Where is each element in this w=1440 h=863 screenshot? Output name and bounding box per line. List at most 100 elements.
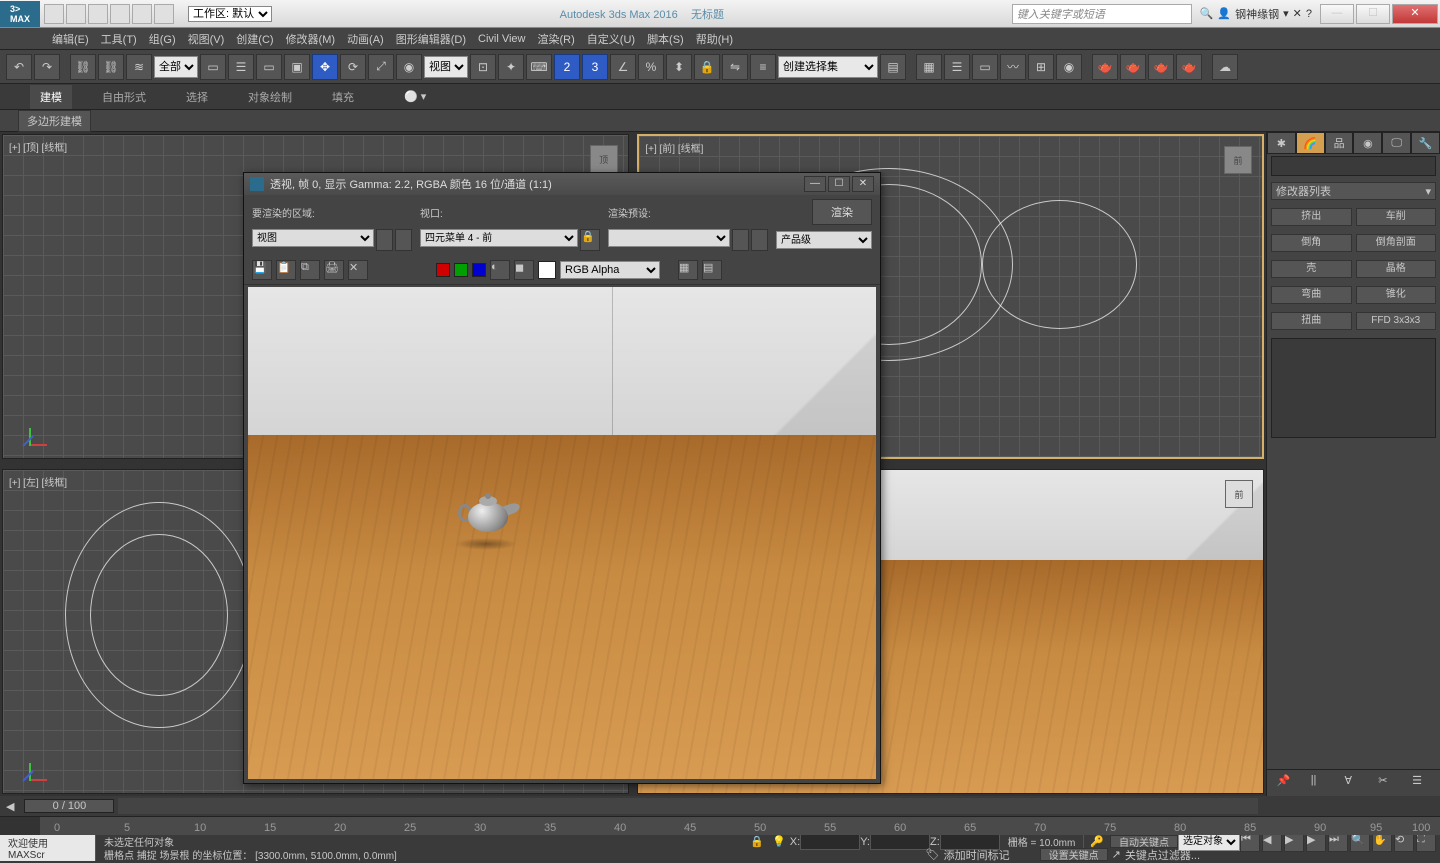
menu-civil[interactable]: Civil View [478, 33, 525, 45]
add-time-tag[interactable]: 添加时间标记 [944, 847, 1010, 863]
time-position[interactable]: 0 / 100 [24, 799, 114, 813]
copy-image-icon[interactable]: 📋 [276, 260, 296, 280]
tab-modeling[interactable]: 建模 [30, 85, 72, 109]
named-selection[interactable]: 创建选择集 [778, 56, 878, 78]
btn-bend[interactable]: 弯曲 [1271, 286, 1352, 304]
overlay-b-icon[interactable]: ▤ [702, 260, 722, 280]
minimize-button[interactable]: — [1320, 4, 1354, 24]
lock-icon[interactable]: 🔒 [750, 835, 764, 848]
layers-button[interactable]: ▤ [880, 54, 906, 80]
mirror-button[interactable]: ⇋ [722, 54, 748, 80]
help-icon[interactable]: ? [1306, 8, 1312, 20]
username[interactable]: 钢神缘钢 [1235, 6, 1279, 22]
keyboard-button[interactable]: ⌨ [526, 54, 552, 80]
viewcube[interactable]: 前 [1225, 480, 1253, 508]
schematic-button[interactable]: ⊞ [1028, 54, 1054, 80]
eselection-lock[interactable]: 🔒 [694, 54, 720, 80]
undo-button[interactable]: ↶ [6, 54, 32, 80]
unlink-button[interactable]: ⛓ [98, 54, 124, 80]
angle-snap-button[interactable]: ∠ [610, 54, 636, 80]
btn-bevelprofile[interactable]: 倒角剖面 [1356, 234, 1437, 252]
render-button[interactable]: 🫖 [1148, 54, 1174, 80]
tab-selection[interactable]: 选择 [176, 85, 218, 109]
green-channel-icon[interactable] [454, 263, 468, 277]
open-icon[interactable] [66, 4, 86, 24]
menu-modifier[interactable]: 修改器(M) [286, 31, 336, 47]
keyfilter-button[interactable]: 关键点过滤器... [1125, 847, 1200, 863]
print-icon[interactable]: 🖨 [324, 260, 344, 280]
btn-shell[interactable]: 壳 [1271, 260, 1352, 278]
window-crossing-button[interactable]: ▣ [284, 54, 310, 80]
redo-button[interactable]: ↷ [34, 54, 60, 80]
manip-button[interactable]: ✦ [498, 54, 524, 80]
region-icon[interactable] [376, 229, 393, 251]
mono-channel-icon[interactable]: ◼ [514, 260, 534, 280]
link-icon[interactable] [154, 4, 174, 24]
save-image-icon[interactable]: 💾 [252, 260, 272, 280]
viewport-label[interactable]: [+] [左] [线框] [9, 474, 67, 489]
tab-objpaint[interactable]: 对象绘制 [238, 85, 302, 109]
render-max-button[interactable]: ☐ [828, 176, 850, 192]
close-button[interactable]: ✕ [1392, 4, 1438, 24]
move-button[interactable]: ✥ [312, 54, 338, 80]
menu-create[interactable]: 创建(C) [236, 31, 273, 47]
tab-populate[interactable]: 填充 [322, 85, 364, 109]
selection-filter[interactable]: 全部 [154, 56, 198, 78]
menu-script[interactable]: 脚本(S) [647, 31, 684, 47]
rotate-button[interactable]: ⟳ [340, 54, 366, 80]
menu-graph[interactable]: 图形编辑器(D) [396, 31, 466, 47]
make-unique-icon[interactable]: ∀ [1344, 774, 1362, 792]
env-icon[interactable] [732, 229, 749, 251]
maxscript-listener[interactable]: 欢迎使用 MAXScr [0, 835, 96, 861]
spinner-snap-button[interactable]: ⬍ [666, 54, 692, 80]
signin-icon[interactable]: 👤 [1217, 7, 1231, 20]
rect-select-button[interactable]: ▭ [256, 54, 282, 80]
menu-anim[interactable]: 动画(A) [347, 31, 384, 47]
tab-freeform[interactable]: 自由形式 [92, 85, 156, 109]
render-output[interactable] [248, 287, 876, 779]
pin-stack-icon[interactable]: 📌 [1277, 774, 1295, 792]
production-select[interactable]: 产品级 [776, 231, 872, 249]
btn-lattice[interactable]: 晶格 [1356, 260, 1437, 278]
center-button[interactable]: ⊡ [470, 54, 496, 80]
alpha-channel-icon[interactable]: ◐ [490, 260, 510, 280]
infocenter-icon[interactable]: 🔍 [1200, 7, 1214, 20]
tag-icon[interactable]: 🏷 [926, 848, 940, 861]
snap-3d-button[interactable]: 3 [582, 54, 608, 80]
search-input[interactable]: 键入关键字或短语 [1012, 4, 1192, 24]
settings-icon[interactable] [751, 229, 768, 251]
viewport-label[interactable]: [+] [前] [线框] [645, 140, 703, 155]
toggle-ribbon-button[interactable]: ▭ [972, 54, 998, 80]
menu-custom[interactable]: 自定义(U) [587, 31, 635, 47]
hierarchy-tab[interactable]: 品 [1325, 132, 1354, 154]
undo-icon[interactable] [110, 4, 130, 24]
area-select[interactable]: 视图 [252, 229, 374, 247]
menu-render[interactable]: 渲染(R) [538, 31, 575, 47]
setkey-button[interactable]: 设置关键点 [1040, 848, 1108, 861]
bind-button[interactable]: ≋ [126, 54, 152, 80]
viewcube[interactable]: 顶 [590, 145, 618, 173]
remove-mod-icon[interactable]: ✂ [1378, 774, 1396, 792]
display-tab[interactable]: 🖵 [1382, 132, 1411, 154]
time-slider[interactable]: ◀ 0 / 100 [0, 796, 1266, 816]
curve-editor-button[interactable]: 〰 [1000, 54, 1026, 80]
link-button[interactable]: ⛓ [70, 54, 96, 80]
safe-icon[interactable] [395, 229, 412, 251]
ref-coord[interactable]: 视图 [424, 56, 468, 78]
isolate-icon[interactable]: 💡 [772, 835, 786, 848]
render-button[interactable]: 渲染 [812, 199, 872, 225]
viewcube[interactable]: 前 [1224, 146, 1252, 174]
motion-tab[interactable]: ◉ [1353, 132, 1382, 154]
render-min-button[interactable]: — [804, 176, 826, 192]
btn-taper[interactable]: 锥化 [1356, 286, 1437, 304]
render-setup-button[interactable]: 🫖 [1092, 54, 1118, 80]
app-logo[interactable]: 3>MAX [0, 1, 40, 27]
percent-snap-button[interactable]: % [638, 54, 664, 80]
configure-icon[interactable]: ☰ [1412, 774, 1430, 792]
layer-explorer-button[interactable]: ▦ [916, 54, 942, 80]
workspace-selector[interactable]: 工作区: 默认 [188, 6, 272, 22]
channel-select[interactable]: RGB Alpha [560, 261, 660, 279]
material-editor-button[interactable]: ◉ [1056, 54, 1082, 80]
clear-icon[interactable]: ✕ [348, 260, 368, 280]
lock-viewport-icon[interactable]: 🔒 [580, 229, 600, 251]
